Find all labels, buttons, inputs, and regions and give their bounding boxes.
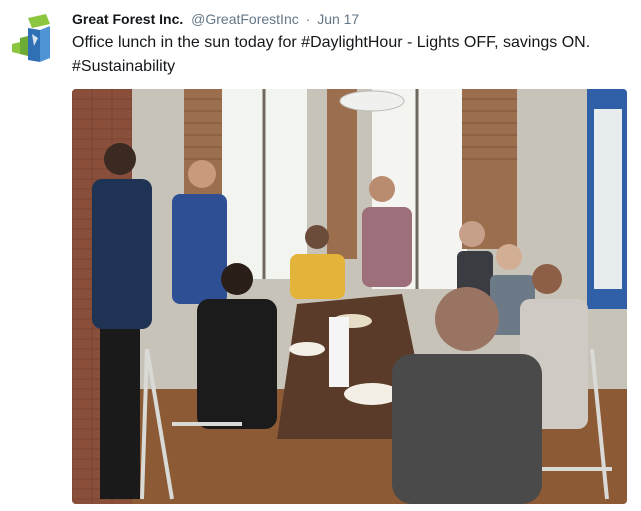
separator-dot: · <box>305 11 311 27</box>
hashtag-sustainability[interactable]: #Sustainability <box>72 58 175 75</box>
user-handle[interactable]: @GreatForestInc <box>191 11 299 27</box>
display-name[interactable]: Great Forest Inc. <box>72 11 183 27</box>
hashtag-daylighthour[interactable]: #DaylightHour <box>301 34 402 51</box>
tweet-text: Office lunch in the sun today for #Dayli… <box>72 31 632 79</box>
tweet-date[interactable]: Jun 17 <box>317 11 359 27</box>
text-segment: - Lights OFF, savings ON. <box>402 34 591 51</box>
photo-illustration <box>72 89 627 504</box>
tweet-header: Great Forest Inc. @GreatForestInc · Jun … <box>72 10 359 30</box>
text-segment: Office lunch in the sun today for <box>72 34 302 51</box>
tweet-card: Great Forest Inc. @GreatForestInc · Jun … <box>0 0 641 511</box>
great-forest-logo-icon[interactable] <box>10 12 54 64</box>
tweet-photo[interactable] <box>72 89 627 504</box>
